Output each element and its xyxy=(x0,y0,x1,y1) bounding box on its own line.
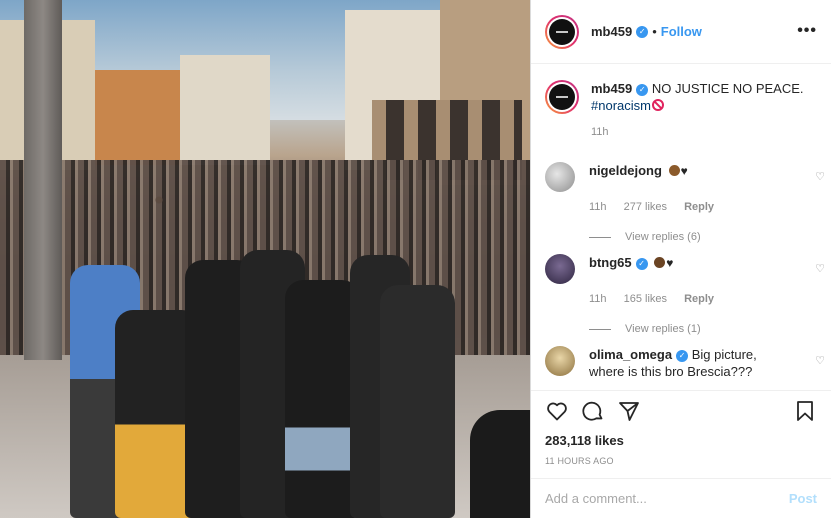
photo-person xyxy=(380,285,455,518)
verified-badge-icon: ✓ xyxy=(635,257,648,270)
avatar[interactable] xyxy=(545,162,575,192)
black-heart-icon: ♥ xyxy=(680,164,688,178)
photo-person xyxy=(285,280,360,518)
comment-time[interactable]: 11h xyxy=(589,293,607,305)
dot-separator: • xyxy=(652,24,657,39)
heart-outline-icon[interactable] xyxy=(545,399,569,423)
photo-building xyxy=(95,70,180,165)
comment-body: nigeldejong ♥ xyxy=(589,162,794,180)
reply-button[interactable]: Reply xyxy=(684,201,714,213)
view-replies-line xyxy=(589,236,611,238)
action-icons xyxy=(545,399,817,423)
comment-likes[interactable]: 277 likes xyxy=(624,201,667,213)
comment-like-icon[interactable]: ♡ xyxy=(815,354,825,367)
view-replies-line xyxy=(589,328,611,330)
post-side-panel: mb459 ✓ • Follow ••• mb459 ✓ NO JUSTICE N… xyxy=(531,0,831,518)
verified-badge-icon: ✓ xyxy=(676,349,689,362)
comment-meta: 11h 277 likes Reply xyxy=(589,201,825,213)
comment-username[interactable]: btng65 xyxy=(589,255,632,270)
comment-time[interactable]: 11h xyxy=(589,201,607,213)
comment-item: btng65 ✓ ♥ ♡ 11h 165 likes Reply View rep… xyxy=(545,254,825,335)
comment-item: olima_omega ✓ Big picture, where is this … xyxy=(545,346,825,380)
caption-username[interactable]: mb459 xyxy=(591,81,632,96)
comment-body: olima_omega ✓ Big picture, where is this … xyxy=(589,346,794,380)
verified-badge-icon: ✓ xyxy=(636,25,649,38)
comment-item: nigeldejong ♥ ♡ 11h 277 likes Reply View… xyxy=(545,162,825,243)
post-photo[interactable] xyxy=(0,0,530,518)
raised-fist-icon xyxy=(654,257,666,268)
comment-like-icon[interactable]: ♡ xyxy=(815,170,825,183)
follow-button[interactable]: Follow xyxy=(661,24,702,39)
avatar[interactable] xyxy=(545,254,575,284)
view-replies-label: View replies (1) xyxy=(625,323,701,335)
prohibited-icon xyxy=(651,99,664,111)
verified-badge-icon: ✓ xyxy=(636,83,649,96)
bookmark-icon[interactable] xyxy=(793,399,817,423)
comment-username[interactable]: nigeldejong xyxy=(589,163,662,178)
caption-text-block: mb459 ✓ NO JUSTICE NO PEACE. #noracism xyxy=(591,80,804,114)
comment-likes[interactable]: 165 likes xyxy=(624,293,667,305)
add-comment-bar: Post xyxy=(531,478,831,518)
likes-count[interactable]: 283,118 likes xyxy=(545,433,817,448)
header-username[interactable]: mb459 xyxy=(591,24,632,39)
comment-bubble-icon[interactable] xyxy=(581,399,605,423)
raised-fist-icon xyxy=(668,165,680,176)
comment-username[interactable]: olima_omega xyxy=(589,347,672,362)
comment-body: btng65 ✓ ♥ xyxy=(589,254,794,272)
caption-text: NO JUSTICE NO PEACE. xyxy=(651,81,804,96)
view-replies-button[interactable]: View replies (6) xyxy=(589,231,825,243)
post-caption: mb459 ✓ NO JUSTICE NO PEACE. #noracism 11… xyxy=(545,80,825,138)
avatar[interactable] xyxy=(545,346,575,376)
view-replies-button[interactable]: View replies (1) xyxy=(589,323,825,335)
reply-button[interactable]: Reply xyxy=(684,293,714,305)
avatar[interactable] xyxy=(545,14,579,49)
comment-input[interactable] xyxy=(545,491,775,506)
photo-building xyxy=(180,55,270,165)
avatar[interactable] xyxy=(545,80,579,114)
more-options-icon[interactable]: ••• xyxy=(797,22,817,40)
post-timestamp[interactable]: 11 HOURS AGO xyxy=(545,456,817,466)
post-actions-section: 283,118 likes 11 HOURS AGO xyxy=(531,390,831,480)
comment-meta: 11h 165 likes Reply xyxy=(589,293,825,305)
caption-time[interactable]: 11h xyxy=(591,126,825,138)
post-comment-button[interactable]: Post xyxy=(789,491,817,506)
photo-photographer xyxy=(470,410,530,518)
black-heart-icon: ♥ xyxy=(666,256,674,270)
caption-hashtag[interactable]: #noracism xyxy=(591,98,651,113)
photo-group xyxy=(70,235,460,518)
comment-like-icon[interactable]: ♡ xyxy=(815,262,825,275)
paper-plane-icon[interactable] xyxy=(617,399,641,423)
photo-pillar xyxy=(24,0,62,360)
post-header: mb459 ✓ • Follow ••• xyxy=(531,0,831,64)
view-replies-label: View replies (6) xyxy=(625,231,701,243)
